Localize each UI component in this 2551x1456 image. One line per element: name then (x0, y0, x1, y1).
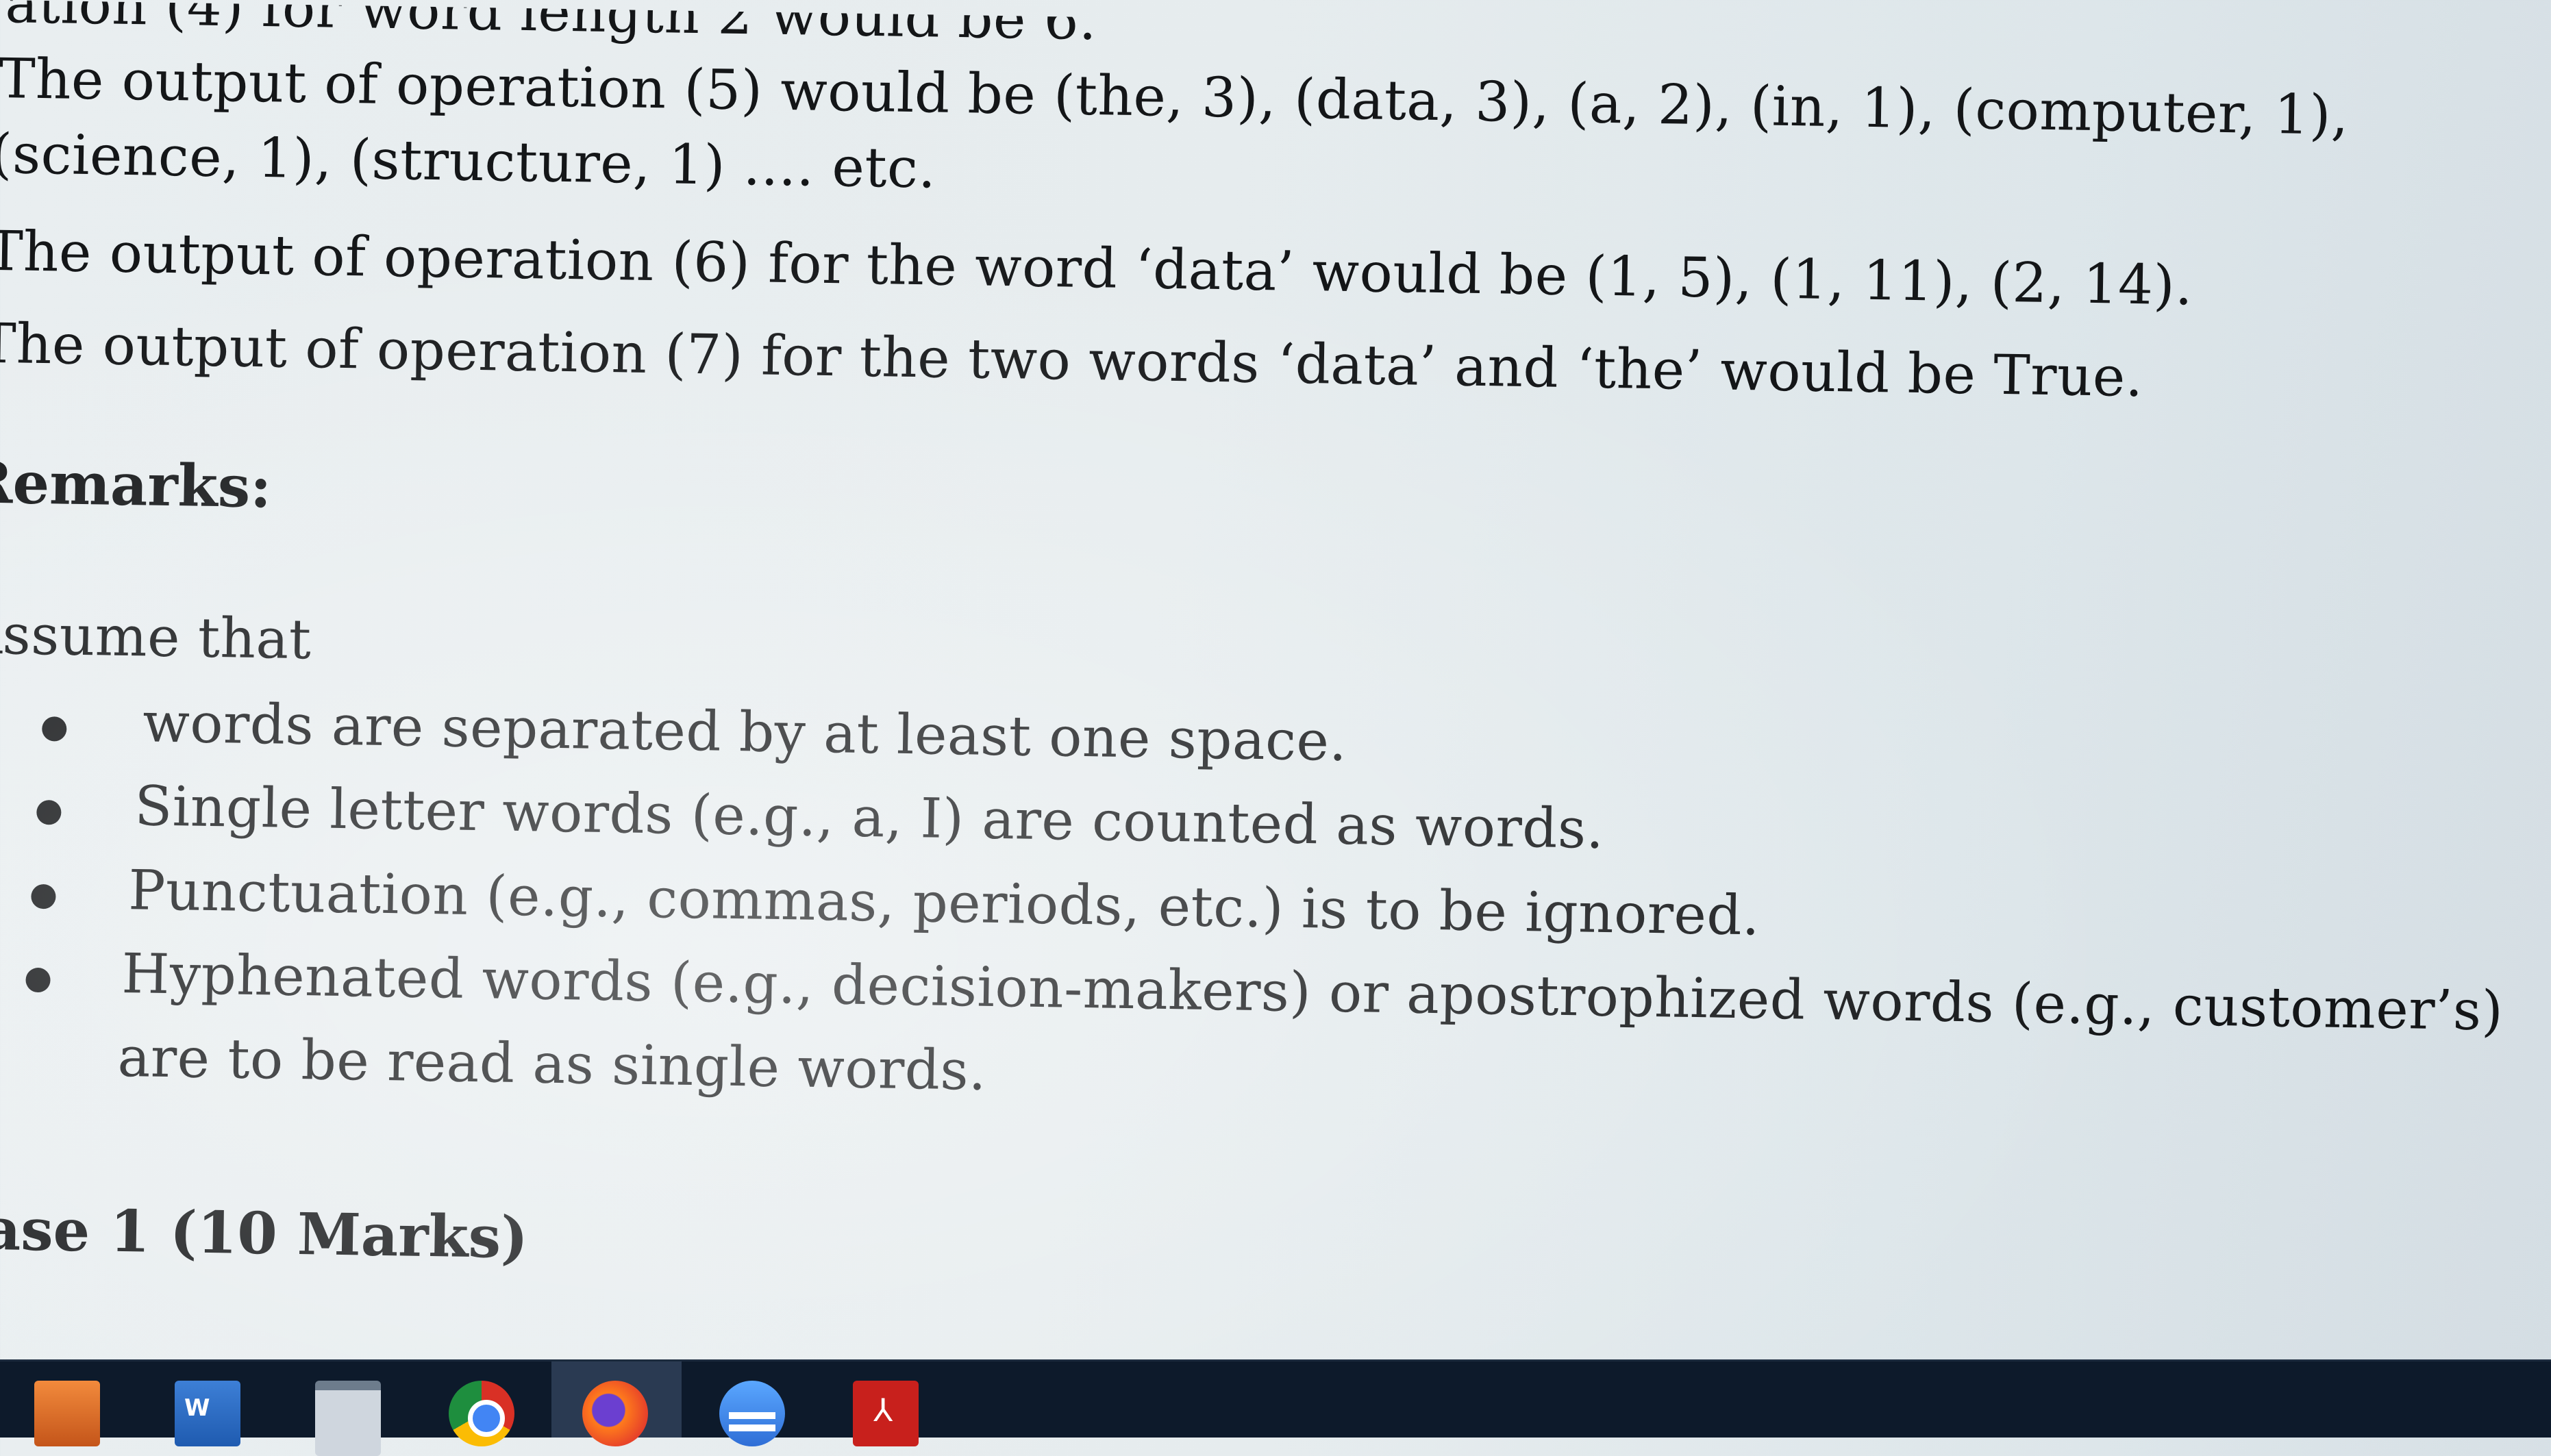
phase-heading: Phase 1 (10 Marks) (0, 1193, 529, 1272)
bullet-dot (31, 883, 56, 909)
bullet-dot (42, 716, 67, 742)
firefox-icon[interactable] (582, 1381, 648, 1446)
bullet-dot (36, 799, 62, 825)
file-explorer-icon[interactable] (719, 1381, 785, 1446)
list-item: Single letter words (e.g., a, I) are cou… (134, 774, 1605, 861)
document-view: ...ation (4) for word length 2 would be … (0, 0, 2551, 1399)
media-player-icon[interactable] (34, 1381, 100, 1446)
op4-result-line: ...ation (4) for word length 2 would be … (0, 0, 1097, 53)
list-item-continuation: are to be read as single words. (117, 1025, 987, 1103)
assume-intro: Assume that (0, 602, 312, 672)
list-item: Hyphenated words (e.g., decision-makers)… (121, 941, 2504, 1043)
list-item: Punctuation (e.g., commas, periods, etc.… (127, 858, 1760, 948)
list-item: words are separated by at least one spac… (142, 690, 1348, 774)
remarks-heading: Remarks: (0, 448, 272, 521)
op5-result-line-2: (science, 1), (structure, 1) .... etc. (0, 121, 937, 201)
op6-result-line: The output of operation (6) for the word… (0, 218, 2193, 318)
word-icon[interactable] (175, 1381, 240, 1446)
taskbar (0, 1359, 2551, 1456)
acrobat-reader-icon[interactable] (853, 1381, 919, 1446)
calendar-icon[interactable] (315, 1381, 381, 1456)
bullet-dot (25, 967, 51, 993)
chrome-icon[interactable] (449, 1381, 514, 1446)
op7-result-line: The output of operation (7) for the two … (0, 311, 2144, 410)
